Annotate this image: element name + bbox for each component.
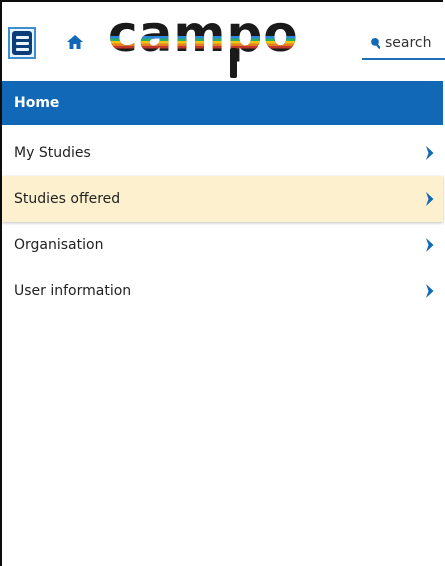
menu-item-my-studies[interactable]: My Studies <box>2 130 443 176</box>
menu-toggle-button[interactable] <box>8 27 36 59</box>
campo-logo[interactable]: campo campo <box>98 2 338 80</box>
hamburger-menu-icon <box>12 31 32 55</box>
search-input[interactable] <box>385 35 445 51</box>
home-header[interactable]: Home <box>2 81 443 125</box>
search-icon <box>371 38 380 49</box>
chevron-right-icon <box>426 284 434 298</box>
app-frame: campo campo Home My Studies <box>0 0 445 566</box>
search-box[interactable] <box>362 28 445 60</box>
menu-item-label: Organisation <box>14 237 104 253</box>
chevron-right-icon <box>426 146 434 160</box>
menu-item-user-information[interactable]: User information <box>2 268 443 314</box>
menu-item-label: User information <box>14 283 132 299</box>
main-menu: My Studies Studies offered Organisation … <box>2 130 443 314</box>
top-bar: campo campo <box>2 2 445 83</box>
logo-text: campo <box>108 5 299 63</box>
menu-item-studies-offered[interactable]: Studies offered <box>2 176 443 222</box>
home-icon[interactable] <box>66 33 84 51</box>
menu-item-label: My Studies <box>14 145 91 161</box>
home-label: Home <box>14 95 60 111</box>
menu-item-label: Studies offered <box>14 191 121 207</box>
menu-item-organisation[interactable]: Organisation <box>2 222 443 268</box>
chevron-right-icon <box>426 192 434 206</box>
chevron-right-icon <box>426 238 434 252</box>
